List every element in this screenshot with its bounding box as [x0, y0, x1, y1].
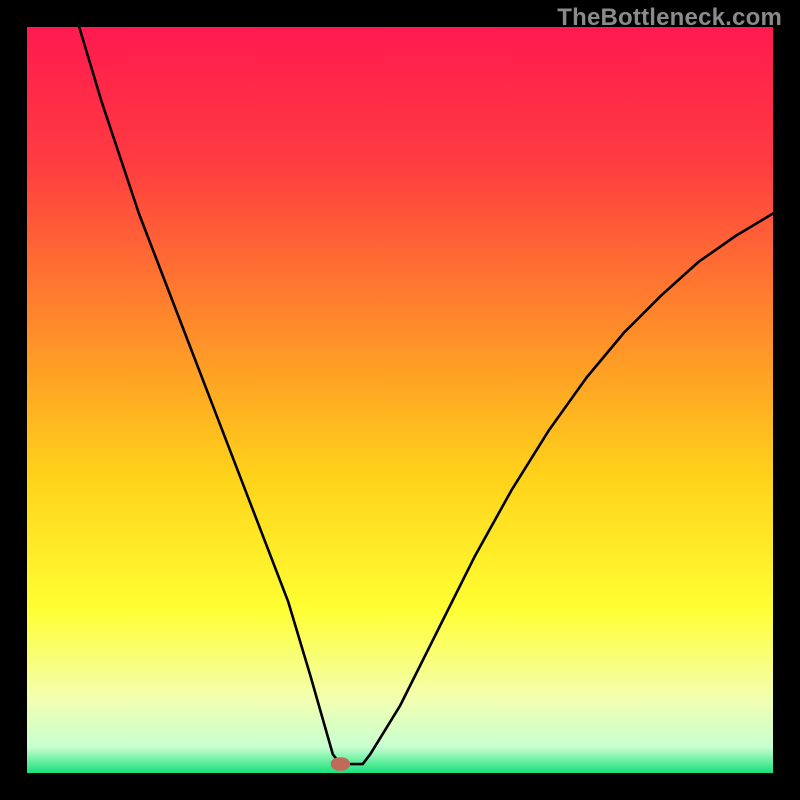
bottleneck-chart [27, 27, 773, 773]
gradient-background [27, 27, 773, 773]
optimal-marker [331, 757, 350, 770]
chart-frame: TheBottleneck.com [0, 0, 800, 800]
